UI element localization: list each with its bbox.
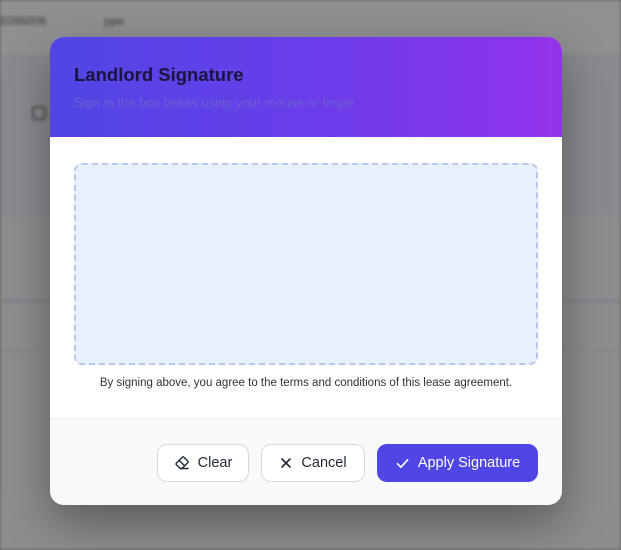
apply-signature-button[interactable]: Apply Signature xyxy=(377,444,538,482)
modal-header: Landlord Signature Sign in the box below… xyxy=(50,37,562,137)
signature-modal: Landlord Signature Sign in the box below… xyxy=(50,37,562,505)
modal-title: Landlord Signature xyxy=(74,64,244,85)
modal-subtitle: Sign in the box below using your mouse o… xyxy=(74,95,356,110)
agreement-note: By signing above, you agree to the terms… xyxy=(99,377,513,389)
cancel-button-label: Cancel xyxy=(301,455,347,471)
cancel-button[interactable]: Cancel xyxy=(261,444,365,482)
close-icon xyxy=(279,456,293,470)
eraser-icon xyxy=(174,455,190,471)
check-icon xyxy=(395,456,410,471)
signature-pad[interactable] xyxy=(74,163,538,365)
modal-footer: Clear Cancel Apply Signature xyxy=(50,418,562,505)
clear-button[interactable]: Clear xyxy=(157,444,249,482)
clear-button-label: Clear xyxy=(197,455,233,471)
apply-signature-button-label: Apply Signature xyxy=(417,455,521,471)
